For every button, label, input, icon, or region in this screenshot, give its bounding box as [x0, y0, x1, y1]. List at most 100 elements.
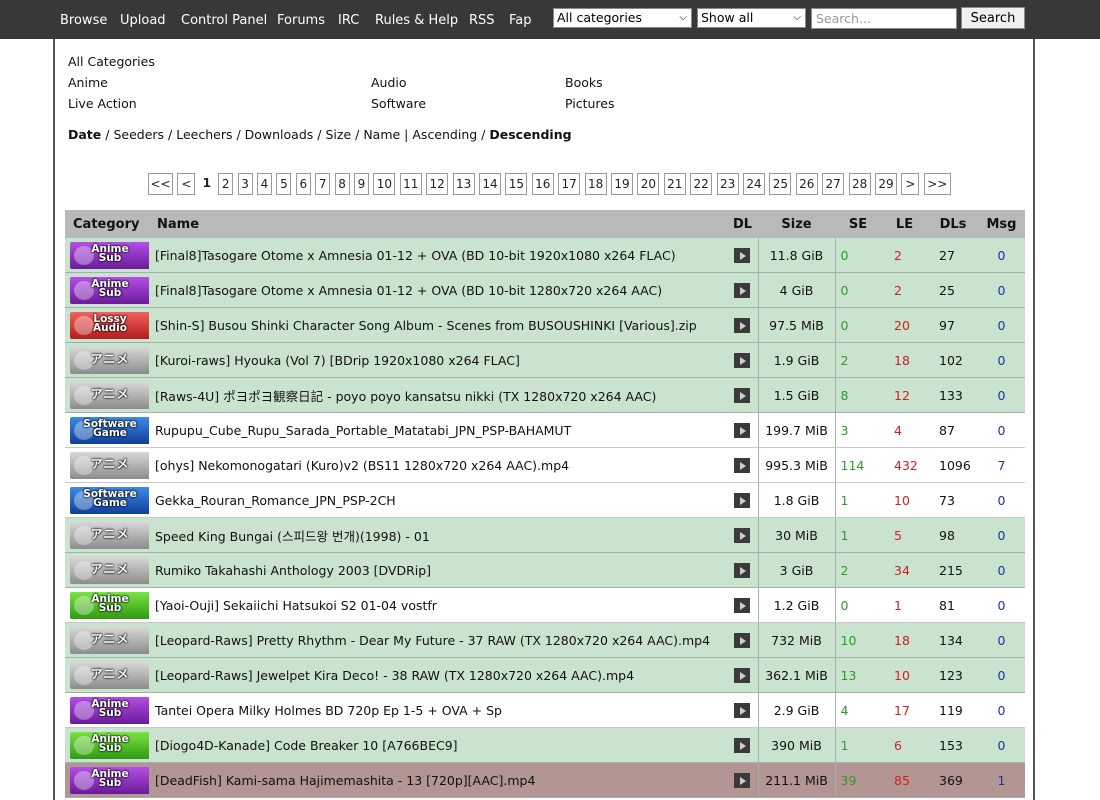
- pager-next-button[interactable]: >: [901, 173, 920, 195]
- header-msg[interactable]: Msg: [978, 210, 1025, 238]
- download-icon[interactable]: [734, 738, 751, 753]
- comments-link[interactable]: 0: [978, 622, 1025, 658]
- nav-fap[interactable]: Fap: [509, 13, 532, 28]
- comments-link[interactable]: 0: [978, 342, 1025, 378]
- category-badge-icon[interactable]: Anime Sub: [70, 276, 149, 304]
- category-badge-icon[interactable]: Anime Sub: [70, 731, 149, 759]
- download-icon[interactable]: [734, 773, 751, 788]
- pager-page-link[interactable]: 22: [690, 173, 713, 195]
- header-name[interactable]: Name: [149, 210, 727, 238]
- pager-page-link[interactable]: 3: [237, 173, 253, 195]
- torrent-name-link[interactable]: Rumiko Takahashi Anthology 2003 [DVDRip]: [149, 552, 727, 588]
- pager-page-link[interactable]: 11: [399, 173, 422, 195]
- download-icon[interactable]: [734, 458, 751, 473]
- torrent-name-link[interactable]: Rupupu_Cube_Rupu_Sarada_Portable_Matatab…: [149, 412, 727, 448]
- category-pictures[interactable]: Pictures: [565, 96, 615, 111]
- category-badge-icon[interactable]: アニメ: [70, 451, 149, 479]
- pager-page-link[interactable]: 5: [276, 173, 292, 195]
- download-icon[interactable]: [734, 283, 751, 298]
- category-live-action[interactable]: Live Action: [68, 96, 137, 111]
- category-badge-icon[interactable]: Anime Sub: [70, 696, 149, 724]
- comments-link[interactable]: 0: [978, 552, 1025, 588]
- pager-prev-button[interactable]: <: [177, 173, 196, 195]
- category-badge-icon[interactable]: Software Game: [70, 486, 149, 514]
- header-dls[interactable]: DLs: [928, 210, 978, 238]
- pager-page-link[interactable]: 17: [558, 173, 581, 195]
- torrent-name-link[interactable]: Gekka_Rouran_Romance_JPN_PSP-2CH: [149, 482, 727, 518]
- pager-page-link[interactable]: 21: [663, 173, 686, 195]
- torrent-name-link[interactable]: [DeadFish] Kami-sama Hajimemashita - 13 …: [149, 762, 727, 798]
- sort-leechers[interactable]: Leechers: [176, 127, 232, 142]
- torrent-name-link[interactable]: [Final8]Tasogare Otome x Amnesia 01-12 +…: [149, 272, 727, 308]
- download-icon[interactable]: [734, 563, 751, 578]
- category-books[interactable]: Books: [565, 75, 603, 90]
- comments-link[interactable]: 0: [978, 692, 1025, 728]
- nav-control-panel[interactable]: Control Panel: [181, 13, 267, 28]
- category-badge-icon[interactable]: アニメ: [70, 661, 149, 689]
- download-icon[interactable]: [734, 353, 751, 368]
- pager-page-link[interactable]: 4: [257, 173, 272, 195]
- category-badge-icon[interactable]: Anime Sub: [70, 766, 149, 794]
- download-icon[interactable]: [734, 528, 751, 543]
- comments-link[interactable]: 0: [978, 377, 1025, 413]
- sort-downloads[interactable]: Downloads: [245, 127, 314, 142]
- download-icon[interactable]: [734, 703, 751, 718]
- comments-link[interactable]: 0: [978, 412, 1025, 448]
- comments-link[interactable]: 0: [978, 482, 1025, 518]
- torrent-name-link[interactable]: [Leopard-Raws] Jewelpet Kira Deco! - 38 …: [149, 657, 727, 693]
- pager-first-button[interactable]: <<: [148, 173, 173, 195]
- category-select[interactable]: All categories ⌵: [553, 8, 692, 28]
- comments-link[interactable]: 0: [978, 307, 1025, 343]
- comments-link[interactable]: 0: [978, 238, 1025, 273]
- download-icon[interactable]: [734, 388, 751, 403]
- torrent-name-link[interactable]: [Yaoi-Ouji] Sekaiichi Hatsukoi S2 01-04 …: [149, 587, 727, 623]
- category-software[interactable]: Software: [371, 96, 426, 111]
- sort-descending[interactable]: Descending: [489, 127, 571, 142]
- category-badge-icon[interactable]: アニメ: [70, 346, 149, 374]
- pager-page-link[interactable]: 20: [637, 173, 660, 195]
- torrent-name-link[interactable]: [Kuroi-raws] Hyouka (Vol 7) [BDrip 1920x…: [149, 342, 727, 378]
- category-badge-icon[interactable]: アニメ: [70, 556, 149, 584]
- pager-page-link[interactable]: 25: [769, 173, 792, 195]
- pager-page-link[interactable]: 16: [531, 173, 554, 195]
- pager-page-link[interactable]: 26: [795, 173, 818, 195]
- comments-link[interactable]: 0: [978, 727, 1025, 763]
- category-badge-icon[interactable]: アニメ: [70, 381, 149, 409]
- comments-link[interactable]: 0: [978, 587, 1025, 623]
- pager-page-link[interactable]: 13: [452, 173, 475, 195]
- header-size[interactable]: Size: [758, 210, 835, 238]
- category-anime[interactable]: Anime: [68, 75, 108, 90]
- filter-select[interactable]: Show all ⌵: [697, 8, 806, 28]
- nav-forums[interactable]: Forums: [277, 13, 325, 28]
- category-all[interactable]: All Categories: [68, 54, 155, 69]
- sort-name[interactable]: Name: [363, 127, 400, 142]
- pager-page-link[interactable]: 15: [505, 173, 528, 195]
- pager-page-link[interactable]: 10: [373, 173, 396, 195]
- comments-link[interactable]: 1: [978, 762, 1025, 798]
- category-badge-icon[interactable]: Lossy Audio: [70, 311, 149, 339]
- header-se[interactable]: SE: [835, 210, 881, 238]
- sort-size[interactable]: Size: [325, 127, 351, 142]
- download-icon[interactable]: [734, 248, 751, 263]
- nav-rules-help[interactable]: Rules & Help: [375, 13, 458, 28]
- pager-page-link[interactable]: 27: [822, 173, 845, 195]
- pager-page-link[interactable]: 24: [743, 173, 765, 195]
- pager-page-link[interactable]: 12: [426, 173, 449, 195]
- torrent-name-link[interactable]: [Diogo4D-Kanade] Code Breaker 10 [A766BE…: [149, 727, 727, 763]
- download-icon[interactable]: [734, 633, 751, 648]
- torrent-name-link[interactable]: [Final8]Tasogare Otome x Amnesia 01-12 +…: [149, 238, 727, 273]
- pager-page-link[interactable]: 18: [584, 173, 607, 195]
- pager-page-link[interactable]: 28: [848, 173, 871, 195]
- search-input[interactable]: [811, 8, 957, 29]
- category-audio[interactable]: Audio: [371, 75, 407, 90]
- comments-link[interactable]: 0: [978, 517, 1025, 553]
- comments-link[interactable]: 0: [978, 657, 1025, 693]
- header-category[interactable]: Category: [65, 210, 149, 238]
- sort-ascending[interactable]: Ascending: [412, 127, 477, 142]
- download-icon[interactable]: [734, 668, 751, 683]
- torrent-name-link[interactable]: Speed King Bungai (스피드왕 번개)(1998) - 01: [149, 517, 727, 553]
- pager-last-button[interactable]: >>: [923, 173, 951, 195]
- category-badge-icon[interactable]: Software Game: [70, 416, 149, 444]
- download-icon[interactable]: [734, 598, 751, 613]
- torrent-name-link[interactable]: [Leopard-Raws] Pretty Rhythm - Dear My F…: [149, 622, 727, 658]
